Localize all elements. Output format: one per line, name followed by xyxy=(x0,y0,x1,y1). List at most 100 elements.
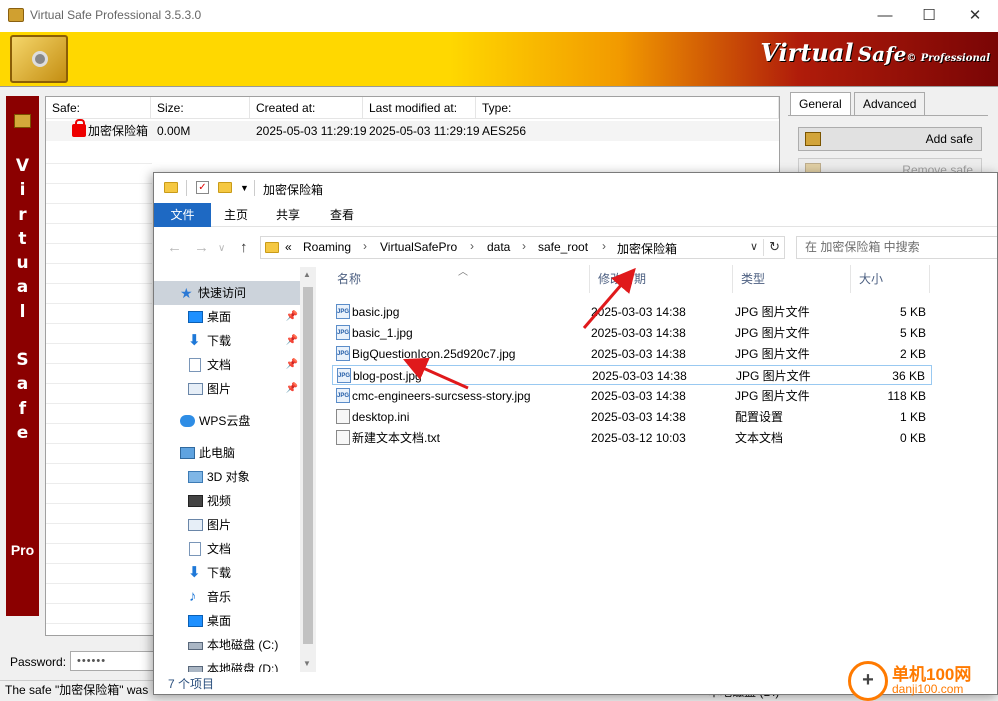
file-row[interactable]: JPG cmc-engineers-surcsess-story.jpg 2025-… xyxy=(332,386,932,406)
breadcrumb-roaming[interactable]: Roaming xyxy=(303,240,351,254)
scrollbar-thumb[interactable] xyxy=(303,287,313,644)
table-gridline xyxy=(46,303,152,304)
nav-videos[interactable]: 视频 xyxy=(154,489,300,513)
breadcrumb-virtualsafepro[interactable]: VirtualSafePro xyxy=(380,240,457,254)
address-bar[interactable]: « Roaming › VirtualSafePro › data › safe… xyxy=(260,236,785,259)
nav-downloads[interactable]: ⬇ 下载 xyxy=(154,561,300,585)
breadcrumb-data[interactable]: data xyxy=(487,240,510,254)
file-modified: 2025-03-03 14:38 xyxy=(591,305,686,319)
document-icon xyxy=(189,542,201,556)
vertical-letter: i xyxy=(19,180,26,201)
nav-quick-access[interactable]: ★ 快速访问 xyxy=(154,281,300,305)
video-icon xyxy=(188,495,203,507)
column-header-created[interactable]: Created at: xyxy=(250,97,363,119)
column-header-size[interactable]: 大小 xyxy=(851,265,930,293)
file-row[interactable]: JPG basic_1.jpg 2025-03-03 14:38 JPG 图片文件 5 … xyxy=(332,323,932,343)
scroll-up-icon[interactable]: ▲ xyxy=(303,270,311,279)
nav-wps-cloud[interactable]: WPS云盘 xyxy=(154,409,300,433)
nav-desktop-pinned[interactable]: 桌面 📌 xyxy=(154,305,300,329)
tab-advanced[interactable]: Advanced xyxy=(854,92,926,116)
maximize-button[interactable]: ☐ xyxy=(906,0,952,32)
forward-arrow-icon[interactable]: → xyxy=(194,239,209,256)
address-row: ← → ∨ ↑ « Roaming › VirtualSafePro › dat… xyxy=(154,233,997,263)
file-explorer-window[interactable]: ✓ ▼ 加密保险箱 文件 主页 共享 查看 ← → ∨ ↑ « Roaming … xyxy=(153,172,998,695)
table-gridline xyxy=(46,583,152,584)
breadcrumb-overflow[interactable]: « xyxy=(285,240,292,254)
safe-name[interactable]: 加密保险箱 xyxy=(82,121,148,141)
file-modified: 2025-03-03 14:38 xyxy=(591,326,686,340)
file-type: 配置设置 xyxy=(735,410,784,424)
nav-downloads-pinned[interactable]: ⬇ 下载 📌 xyxy=(154,329,300,353)
recent-dropdown-icon[interactable]: ∨ xyxy=(218,243,225,254)
table-gridline xyxy=(46,563,152,564)
tab-file[interactable]: 文件 xyxy=(154,203,211,227)
address-dropdown-icon[interactable]: ∨ xyxy=(750,240,758,253)
file-row[interactable]: JPG BigQuestionIcon.25d920c7.jpg 2025-03-0… xyxy=(332,344,932,364)
file-type: JPG 图片文件 xyxy=(735,305,810,319)
nav-pictures[interactable]: 图片 xyxy=(154,513,300,537)
document-icon xyxy=(189,358,201,372)
tab-share[interactable]: 共享 xyxy=(263,203,313,227)
nav-music[interactable]: ♪ 音乐 xyxy=(154,585,300,609)
search-input[interactable]: 在 加密保险箱 中搜索 xyxy=(796,236,997,259)
nav-scrollbar[interactable]: ▲ ▼ xyxy=(300,267,316,672)
column-header-modified[interactable]: 修改日期 xyxy=(590,265,733,293)
jpg-file-icon: JPG xyxy=(337,368,351,383)
password-field[interactable]: •••••• xyxy=(70,651,160,671)
column-header-safe[interactable]: Safe: xyxy=(46,97,151,119)
table-gridline xyxy=(46,523,152,524)
close-button[interactable]: ✕ xyxy=(952,0,998,32)
breadcrumb-safe-root[interactable]: safe_root xyxy=(538,240,588,254)
jpg-file-icon: JPG xyxy=(336,325,350,340)
vertical-brand-text: VirtualSafe xyxy=(6,154,39,445)
pin-icon[interactable]: 📌 xyxy=(286,329,298,353)
safe-logo-icon xyxy=(10,35,68,83)
nav-drive-d[interactable]: 本地磁盘 (D:) xyxy=(154,657,300,672)
file-name: basic_1.jpg xyxy=(352,326,413,340)
vertical-letter: e xyxy=(16,422,29,443)
file-row[interactable]: JPG blog-post.jpg 2025-03-03 14:38 JPG 图片文件… xyxy=(332,365,932,385)
up-arrow-icon[interactable]: ↑ xyxy=(240,239,248,256)
file-type: JPG 图片文件 xyxy=(735,326,810,340)
file-row[interactable]: desktop.ini 2025-03-03 14:38 配置设置 1 KB xyxy=(332,407,932,427)
nav-desktop[interactable]: 桌面 xyxy=(154,609,300,633)
column-header-modified[interactable]: Last modified at: xyxy=(363,97,476,119)
add-safe-button[interactable]: Add safe xyxy=(798,127,982,151)
nav-pictures-pinned[interactable]: 图片 📌 xyxy=(154,377,300,401)
new-folder-icon[interactable] xyxy=(218,182,232,193)
file-size: 118 KB xyxy=(887,389,926,403)
pin-icon[interactable]: 📌 xyxy=(286,305,298,329)
pin-icon[interactable]: 📌 xyxy=(286,353,298,377)
file-row[interactable]: 新建文本文档.txt 2025-03-12 10:03 文本文档 0 KB xyxy=(332,428,932,448)
refresh-icon[interactable]: ↻ xyxy=(769,239,780,255)
breadcrumb-current[interactable]: 加密保险箱 xyxy=(617,240,677,257)
scroll-down-icon[interactable]: ▼ xyxy=(303,659,311,668)
vertical-letter: t xyxy=(18,228,27,249)
download-icon: ⬇ xyxy=(188,564,201,581)
minimize-button[interactable]: — xyxy=(862,0,908,32)
item-count: 7 个项目 xyxy=(168,677,215,691)
table-gridline xyxy=(46,543,152,544)
column-header-type[interactable]: Type: xyxy=(476,97,779,119)
nav-documents[interactable]: 文档 xyxy=(154,537,300,561)
back-arrow-icon[interactable]: ← xyxy=(167,239,182,256)
file-row[interactable]: JPG basic.jpg 2025-03-03 14:38 JPG 图片文件 5 KB xyxy=(332,302,932,322)
file-modified: 2025-03-03 14:38 xyxy=(591,410,686,424)
column-header-size[interactable]: Size: xyxy=(151,97,250,119)
jpg-file-icon: JPG xyxy=(336,388,350,403)
nav-this-pc[interactable]: 此电脑 xyxy=(154,441,300,465)
customize-toolbar-icon[interactable]: ▼ xyxy=(240,183,249,193)
nav-documents-pinned[interactable]: 文档 📌 xyxy=(154,353,300,377)
vertical-letter: V xyxy=(15,156,30,176)
tab-home[interactable]: 主页 xyxy=(211,203,261,227)
nav-3d-objects[interactable]: 3D 对象 xyxy=(154,465,300,489)
table-gridline xyxy=(46,203,152,204)
pin-icon[interactable]: 📌 xyxy=(286,377,298,401)
column-header-name[interactable]: 名称 xyxy=(329,265,590,293)
brand-logo: Virtual Safe© Professional xyxy=(760,38,990,67)
properties-icon[interactable]: ✓ xyxy=(196,181,209,194)
tab-general[interactable]: General xyxy=(790,92,851,116)
column-header-type[interactable]: 类型 xyxy=(733,265,851,293)
tab-view[interactable]: 查看 xyxy=(317,203,367,227)
nav-drive-c[interactable]: 本地磁盘 (C:) xyxy=(154,633,300,657)
